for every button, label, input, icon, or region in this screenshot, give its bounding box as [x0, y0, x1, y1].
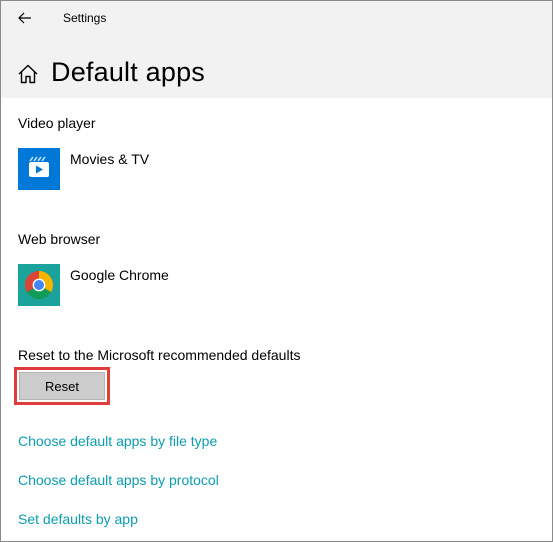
- page-title: Default apps: [51, 57, 205, 87]
- reset-button[interactable]: Reset: [19, 372, 105, 400]
- link-default-apps-by-protocol[interactable]: Choose default apps by protocol: [18, 472, 219, 488]
- home-icon[interactable]: [17, 63, 39, 85]
- web-browser-label: Web browser: [18, 231, 101, 247]
- reset-label: Reset to the Microsoft recommended defau…: [18, 347, 301, 363]
- header-area: Settings Default apps: [1, 1, 552, 98]
- video-player-app-button[interactable]: Movies & TV: [18, 148, 149, 190]
- reset-highlight: Reset: [14, 367, 110, 405]
- google-chrome-icon: [18, 264, 60, 306]
- web-browser-app-button[interactable]: Google Chrome: [18, 264, 169, 306]
- web-browser-app-name: Google Chrome: [70, 267, 169, 283]
- window-title: Settings: [63, 11, 107, 25]
- settings-window: Settings Default apps Video player Movie…: [0, 0, 553, 542]
- back-button[interactable]: [9, 3, 41, 33]
- link-set-defaults-by-app[interactable]: Set defaults by app: [18, 511, 138, 527]
- movies-tv-icon: [18, 148, 60, 190]
- back-arrow-icon: [18, 12, 31, 24]
- link-default-apps-by-file-type[interactable]: Choose default apps by file type: [18, 433, 217, 449]
- video-player-label: Video player: [18, 115, 96, 131]
- video-player-app-name: Movies & TV: [70, 151, 150, 167]
